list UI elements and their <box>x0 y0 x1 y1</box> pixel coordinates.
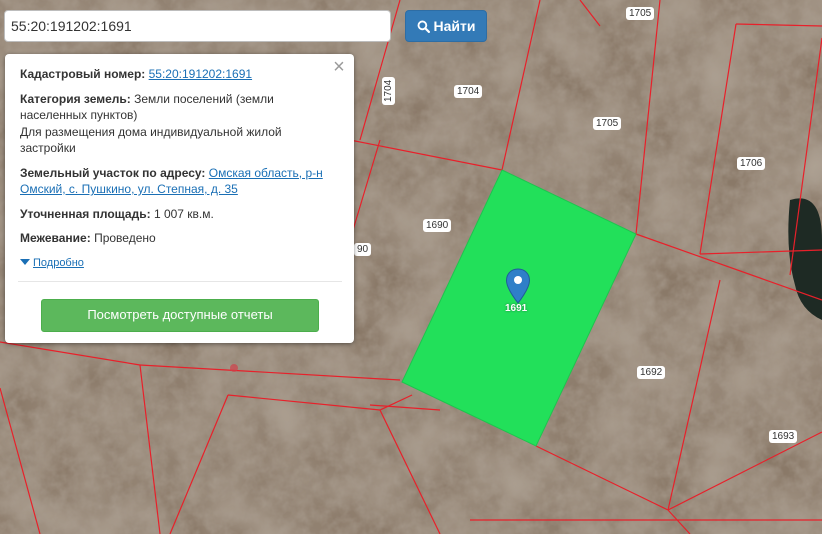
parcel-label-1705[interactable]: 1705 <box>593 117 622 130</box>
parcel-info-popup: × Кадастровый номер: 55:20:191202:1691 К… <box>5 54 354 343</box>
usage-value: Для размещения дома индивидуальной жилой… <box>20 124 282 156</box>
view-reports-button[interactable]: Посмотреть доступные отчеты <box>41 299 319 332</box>
search-button-label: Найти <box>433 18 476 34</box>
address-label: Земельный участок по адресу: <box>20 165 206 180</box>
popup-divider <box>18 281 342 282</box>
parcel-label-1690[interactable]: 1690 <box>423 219 452 232</box>
area-label: Уточненная площадь: <box>20 206 151 221</box>
cadastral-row: Кадастровый номер: 55:20:191202:1691 <box>20 66 340 83</box>
cadastral-label: Кадастровый номер: <box>20 67 146 81</box>
details-link[interactable]: Подробно <box>33 255 84 272</box>
parcel-label-1693[interactable]: 1693 <box>769 430 798 443</box>
caret-down-icon <box>20 259 30 266</box>
parcel-label-1704-vertical[interactable]: 1704 <box>382 76 395 105</box>
survey-value: Проведено <box>94 231 156 245</box>
parcel-label-1704[interactable]: 1704 <box>454 85 483 98</box>
map-dot <box>230 364 238 372</box>
address-row: Земельный участок по адресу: Омская обла… <box>20 165 340 198</box>
search-icon <box>417 20 430 33</box>
selected-parcel-label: 1691 <box>505 303 528 314</box>
parcel-label-1690-partial[interactable]: 90 <box>354 243 372 256</box>
cadastral-link[interactable]: 55:20:191202:1691 <box>149 67 252 81</box>
search-button[interactable]: Найти <box>405 10 487 42</box>
parcel-label-1692[interactable]: 1692 <box>637 366 666 379</box>
close-icon[interactable]: × <box>332 57 346 77</box>
parcel-label-1706[interactable]: 1706 <box>737 157 766 170</box>
category-label: Категория земель: <box>20 91 131 106</box>
survey-label: Межевание: <box>20 231 91 245</box>
area-row: Уточненная площадь: 1 007 кв.м. <box>20 206 340 223</box>
search-input[interactable] <box>4 10 391 42</box>
area-value: 1 007 кв.м. <box>153 206 214 221</box>
survey-row: Межевание: Проведено <box>20 230 340 247</box>
map-pin-icon[interactable] <box>505 268 531 304</box>
parcel-label-1705-top[interactable]: 1705 <box>626 7 655 20</box>
category-row: Категория земель: Земли поселений (земли… <box>20 91 340 157</box>
details-toggle[interactable]: Подробно <box>20 255 340 272</box>
